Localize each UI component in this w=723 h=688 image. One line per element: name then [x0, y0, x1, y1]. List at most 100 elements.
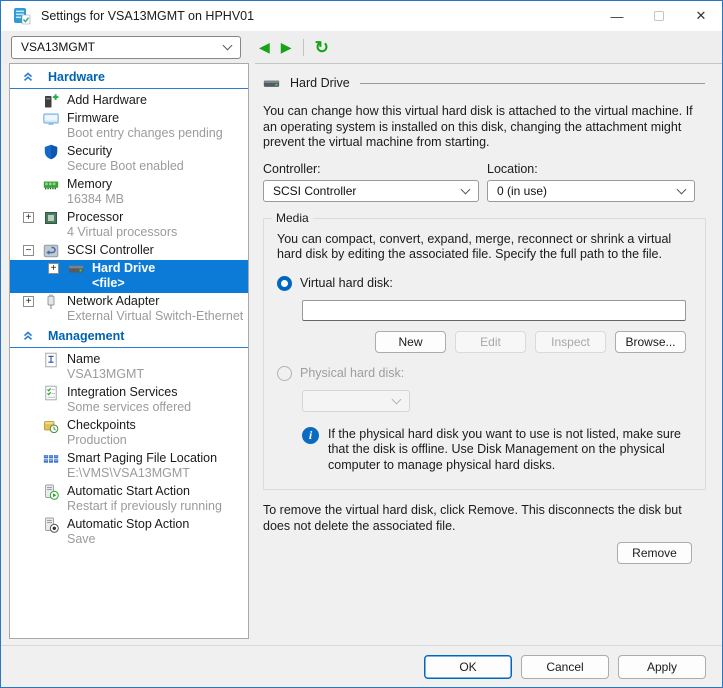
- sidebar-item-status: Save: [67, 532, 246, 547]
- cancel-button[interactable]: Cancel: [521, 655, 609, 679]
- edit-button: Edit: [455, 331, 526, 353]
- sidebar-item-network-adapter[interactable]: + Network Adapter External Virtual Switc…: [10, 293, 248, 326]
- sidebar-item-smart-paging[interactable]: Smart Paging File Location E:\VMS\VSA13M…: [10, 450, 248, 483]
- sidebar-item-label: Integration Services: [67, 385, 246, 400]
- new-button[interactable]: New: [375, 331, 446, 353]
- chevron-down-icon: [223, 41, 233, 51]
- sidebar-item-status: Secure Boot enabled: [67, 159, 246, 174]
- controller-dropdown-value: SCSI Controller: [273, 184, 356, 198]
- automatic-start-icon: [43, 484, 59, 500]
- collapse-chevron-icon: [23, 72, 33, 82]
- vhd-path-input[interactable]: [302, 300, 686, 321]
- shield-icon: [43, 144, 59, 160]
- sidebar-item-checkpoints[interactable]: Checkpoints Production: [10, 417, 248, 450]
- memory-icon: [43, 177, 59, 193]
- location-label: Location:: [487, 162, 695, 176]
- collapse-toggle[interactable]: −: [23, 245, 34, 256]
- media-intro-text: You can compact, convert, expand, merge,…: [277, 232, 695, 263]
- scsi-controller-icon: [43, 243, 59, 259]
- physical-hard-disk-radio: [277, 366, 292, 381]
- checkpoints-icon: [43, 418, 59, 434]
- sidebar-item-status: VSA13MGMT: [67, 367, 246, 382]
- refresh-button[interactable]: ↻: [315, 39, 329, 56]
- hard-drive-icon: [68, 261, 84, 277]
- vm-selector-dropdown[interactable]: VSA13MGMT: [11, 36, 241, 59]
- browse-button[interactable]: Browse...: [615, 331, 686, 353]
- expand-toggle[interactable]: +: [48, 263, 59, 274]
- hardware-section-title: Hardware: [48, 70, 105, 84]
- sidebar-item-label: Firmware: [67, 111, 246, 126]
- hard-drive-settings-panel: Hard Drive You can change how this virtu…: [255, 63, 722, 645]
- collapse-chevron-icon: [23, 331, 33, 341]
- integration-services-icon: [43, 385, 59, 401]
- sidebar-item-auto-stop[interactable]: Automatic Stop Action Save: [10, 516, 248, 549]
- media-groupbox: Media You can compact, convert, expand, …: [263, 218, 706, 491]
- sidebar-item-status: Production: [67, 433, 246, 448]
- expand-toggle[interactable]: +: [23, 212, 34, 223]
- apply-button[interactable]: Apply: [618, 655, 706, 679]
- sidebar-item-label: Automatic Stop Action: [67, 517, 246, 532]
- ok-button[interactable]: OK: [424, 655, 512, 679]
- sidebar-item-label: Add Hardware: [67, 93, 246, 108]
- sidebar-item-scsi-controller[interactable]: − SCSI Controller: [10, 242, 248, 260]
- close-button[interactable]: ✕: [680, 1, 722, 31]
- navigate-forward-button[interactable]: ▶: [281, 40, 292, 54]
- sidebar-item-firmware[interactable]: Firmware Boot entry changes pending: [10, 110, 248, 143]
- expand-toggle[interactable]: +: [23, 296, 34, 307]
- inspect-button: Inspect: [535, 331, 606, 353]
- sidebar-item-label: Processor: [67, 210, 246, 225]
- toolbar: VSA13MGMT ◀ ▶ ↻: [1, 31, 722, 63]
- network-adapter-icon: [43, 294, 59, 310]
- sidebar-item-status: External Virtual Switch-Ethernet: [67, 309, 246, 324]
- sidebar-item-security[interactable]: Security Secure Boot enabled: [10, 143, 248, 176]
- sidebar-item-label: Checkpoints: [67, 418, 246, 433]
- maximize-icon: [654, 11, 664, 21]
- location-dropdown[interactable]: 0 (in use): [487, 180, 695, 202]
- name-icon: [43, 352, 59, 368]
- maximize-button: [638, 1, 680, 31]
- virtual-hard-disk-label: Virtual hard disk:: [300, 276, 393, 290]
- navigate-back-button[interactable]: ◀: [259, 40, 270, 54]
- sidebar-item-status: Some services offered: [67, 400, 246, 415]
- sidebar-item-status: E:\VMS\VSA13MGMT: [67, 466, 246, 481]
- management-section-header[interactable]: Management: [10, 326, 248, 348]
- remove-button[interactable]: Remove: [617, 542, 692, 564]
- add-hardware-icon: [43, 93, 59, 109]
- media-groupbox-legend: Media: [272, 211, 313, 225]
- virtual-hard-disk-radio[interactable]: [277, 276, 292, 291]
- sidebar-item-label: Automatic Start Action: [67, 484, 246, 499]
- automatic-stop-icon: [43, 517, 59, 533]
- panel-intro-text: You can change how this virtual hard dis…: [263, 104, 705, 151]
- sidebar-item-integration-services[interactable]: Integration Services Some services offer…: [10, 384, 248, 417]
- sidebar-item-label: Memory: [67, 177, 246, 192]
- sidebar-item-label: SCSI Controller: [67, 243, 246, 258]
- sidebar-item-status: 4 Virtual processors: [67, 225, 246, 240]
- sidebar-item-name[interactable]: Name VSA13MGMT: [10, 351, 248, 384]
- page-title: Hard Drive: [290, 76, 350, 90]
- processor-icon: [43, 210, 59, 226]
- physical-disk-info-text: If the physical hard disk you want to us…: [328, 427, 695, 474]
- settings-tree: Hardware Add Hardware Firmware Boot entr…: [9, 63, 249, 639]
- sidebar-item-label: Smart Paging File Location: [67, 451, 246, 466]
- physical-hard-disk-label: Physical hard disk:: [300, 366, 404, 380]
- sidebar-item-status: Restart if previously running: [67, 499, 246, 514]
- vm-selector-value: VSA13MGMT: [21, 40, 95, 54]
- hardware-section-header[interactable]: Hardware: [10, 67, 248, 89]
- hard-drive-icon: [263, 75, 280, 92]
- firmware-icon: [43, 111, 59, 127]
- sidebar-item-hard-drive[interactable]: + Hard Drive <file>: [10, 260, 248, 293]
- sidebar-item-processor[interactable]: + Processor 4 Virtual processors: [10, 209, 248, 242]
- info-icon: i: [302, 427, 319, 444]
- sidebar-item-memory[interactable]: Memory 16384 MB: [10, 176, 248, 209]
- location-dropdown-value: 0 (in use): [497, 184, 547, 198]
- sidebar-item-status: Boot entry changes pending: [67, 126, 246, 141]
- minimize-button[interactable]: —: [596, 1, 638, 31]
- toolbar-separator: [303, 39, 304, 56]
- sidebar-item-auto-start[interactable]: Automatic Start Action Restart if previo…: [10, 483, 248, 516]
- controller-dropdown[interactable]: SCSI Controller: [263, 180, 479, 202]
- physical-disk-dropdown: [302, 390, 410, 412]
- hyperv-settings-icon: [13, 7, 31, 25]
- settings-dialog: Settings for VSA13MGMT on HPHV01 — ✕ VSA…: [0, 0, 723, 688]
- window-title: Settings for VSA13MGMT on HPHV01: [41, 9, 254, 23]
- sidebar-item-add-hardware[interactable]: Add Hardware: [10, 92, 248, 110]
